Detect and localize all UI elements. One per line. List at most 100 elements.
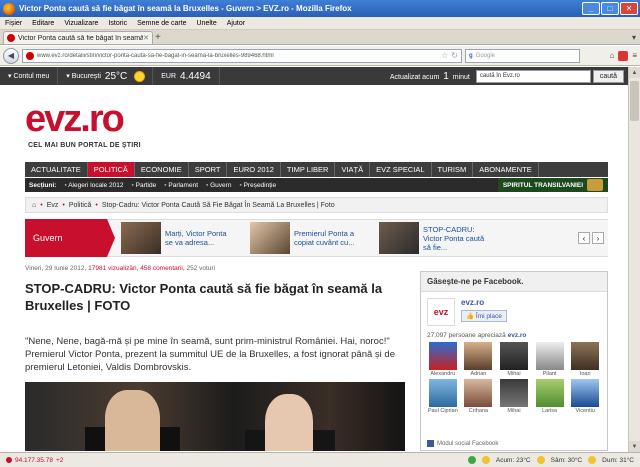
menu-view[interactable]: Vizualizare [59, 20, 103, 27]
avatar[interactable] [499, 379, 528, 407]
reload-icon[interactable]: ↻ [451, 51, 458, 60]
promo-banner[interactable]: SPIRITUL TRANSILVANIEI [497, 178, 608, 192]
menu-edit[interactable]: Editare [27, 20, 59, 27]
facebook-page-logo[interactable]: evz [427, 298, 455, 326]
scroll-thumb[interactable] [630, 81, 639, 121]
site-search-button[interactable]: caută [592, 69, 624, 83]
site-identity-icon[interactable] [26, 51, 34, 60]
carousel-item[interactable]: STOP-CADRU: Victor Ponta caută să fie... [379, 222, 494, 254]
fan-item[interactable]: Paul Ciprian [427, 379, 459, 414]
carousel-item[interactable]: Premierul Ponta a copiat cuvânt cu... [250, 222, 365, 254]
avatar[interactable] [535, 342, 564, 370]
guvern-title[interactable]: Guvern [25, 219, 115, 257]
section-parlament[interactable]: Parlament [164, 182, 198, 189]
maximize-button[interactable]: □ [601, 2, 619, 15]
scroll-down-icon[interactable]: ▼ [629, 441, 640, 452]
url-bar[interactable]: www.evz.ro/detalii/stiri/victor-ponta-ca… [22, 48, 462, 63]
carousel-link[interactable]: Marți, Victor Ponta se va adresa... [165, 229, 236, 247]
cat-evz-special[interactable]: EVZ SPECIAL [370, 162, 432, 177]
avatar[interactable] [499, 342, 528, 370]
bookmark-star-icon[interactable]: ☆ [441, 51, 448, 60]
avatar[interactable] [571, 379, 600, 407]
fan-item[interactable]: Crihana [463, 379, 495, 414]
menu-help[interactable]: Ajutor [222, 20, 250, 27]
browser-tab[interactable]: Victor Ponta caută să fie băgat în seamă… [3, 31, 153, 44]
fan-item[interactable]: Mihai [498, 379, 530, 414]
window-title: Victor Ponta caută să fie băgat în seamă… [19, 4, 352, 13]
cat-viata[interactable]: VIAȚĂ [335, 162, 371, 177]
google-icon[interactable]: g [469, 53, 473, 59]
home-crumb-icon[interactable]: ⌂ [32, 202, 36, 209]
carousel-thumbnail[interactable] [379, 222, 419, 254]
facebook-like-button[interactable]: 👍 Îmi place [461, 310, 507, 322]
crumb-politica[interactable]: Politică [69, 202, 92, 209]
cat-timp-liber[interactable]: TIMP LIBER [281, 162, 336, 177]
cat-abonamente[interactable]: ABONAMENTE [473, 162, 539, 177]
weather-widget[interactable]: ▾ București 25°C [58, 67, 154, 85]
carousel-next-icon[interactable]: › [592, 232, 604, 244]
home-icon[interactable]: ⌂ [609, 51, 614, 61]
search-bar[interactable]: g Google [465, 48, 580, 63]
avatar[interactable] [464, 379, 493, 407]
fan-item[interactable]: Mihai [498, 342, 530, 377]
fan-item[interactable]: Ioan [569, 342, 601, 377]
carousel-item[interactable]: Marți, Victor Ponta se va adresa... [121, 222, 236, 254]
addon-status-icon[interactable] [467, 456, 476, 464]
carousel-link[interactable]: Premierul Ponta a copiat cuvânt cu... [294, 229, 365, 247]
carousel-thumbnail[interactable] [121, 222, 161, 254]
weather-icon [481, 456, 490, 464]
menu-history[interactable]: Istoric [103, 20, 132, 27]
cat-actualitate[interactable]: ACTUALITATE [25, 162, 88, 177]
cat-politica[interactable]: POLITICĂ [87, 162, 135, 177]
tab-list-icon[interactable]: ▾ [632, 33, 636, 42]
facebook-footer[interactable]: Modul social Facebook [427, 440, 498, 447]
tab-label: Victor Ponta caută să fie băgat în seamă… [18, 34, 144, 42]
carousel-thumbnail[interactable] [250, 222, 290, 254]
close-button[interactable]: ✕ [620, 2, 638, 15]
section-alegeri[interactable]: Alegeri locale 2012 [64, 182, 123, 189]
evz-favicon-icon [7, 34, 15, 42]
article-comments[interactable]: 458 comentarii, [140, 265, 184, 272]
weather-now: Acum: 23°C [495, 456, 531, 464]
minimize-button[interactable]: _ [582, 2, 600, 15]
avatar[interactable] [464, 342, 493, 370]
fan-item[interactable]: Larisa [534, 379, 566, 414]
avatar[interactable] [535, 379, 564, 407]
menu-file[interactable]: Fișier [0, 20, 27, 27]
addon-icon[interactable] [618, 50, 629, 61]
facebook-page-name[interactable]: evz.ro [461, 298, 507, 307]
section-guvern[interactable]: Guvern [206, 182, 231, 189]
carousel-link[interactable]: STOP-CADRU: Victor Ponta caută să fie... [423, 225, 494, 252]
cat-euro-2012[interactable]: EURO 2012 [227, 162, 281, 177]
firefox-icon [3, 2, 15, 15]
avatar[interactable] [428, 342, 457, 370]
scroll-up-icon[interactable]: ▲ [629, 67, 640, 78]
fan-item[interactable]: Adrian [463, 342, 495, 377]
back-button[interactable]: ◀ [3, 47, 19, 64]
crumb-evz[interactable]: Evz [47, 202, 59, 209]
avatar[interactable] [571, 342, 600, 370]
new-tab-icon[interactable]: + [155, 32, 161, 43]
section-presedintie[interactable]: Președinție [239, 182, 277, 189]
section-partide[interactable]: Partide [132, 182, 157, 189]
section-subnav: Secțiuni: Alegeri locale 2012 Partide Pa… [25, 178, 608, 192]
vertical-scrollbar[interactable]: ▲ ▼ [628, 67, 640, 452]
menu-bookmarks[interactable]: Semne de carte [132, 20, 191, 27]
cat-turism[interactable]: TURISM [432, 162, 474, 177]
fan-item[interactable]: Vicentiu [569, 379, 601, 414]
account-menu[interactable]: ▾ Contul meu [0, 67, 59, 85]
tab-close-icon[interactable]: ✕ [143, 34, 149, 42]
menu-icon[interactable]: ≡ [632, 51, 637, 61]
fan-item[interactable]: Pilant [534, 342, 566, 377]
menu-tools[interactable]: Unelte [192, 20, 222, 27]
avatar[interactable] [428, 379, 457, 407]
article-meta: Vineri, 29 Iunie 2012, 17981 vizualizări… [25, 265, 215, 272]
carousel-prev-icon[interactable]: ‹ [578, 232, 590, 244]
site-search-input[interactable]: caută în Evz.ro [475, 69, 591, 83]
cat-sport[interactable]: SPORT [189, 162, 228, 177]
fan-item[interactable]: Alexandru [427, 342, 459, 377]
article-photo[interactable] [25, 382, 405, 451]
evz-logo[interactable]: evz.ro [25, 100, 125, 138]
cat-economie[interactable]: ECONOMIE [135, 162, 189, 177]
eur-label: EUR [161, 72, 177, 80]
